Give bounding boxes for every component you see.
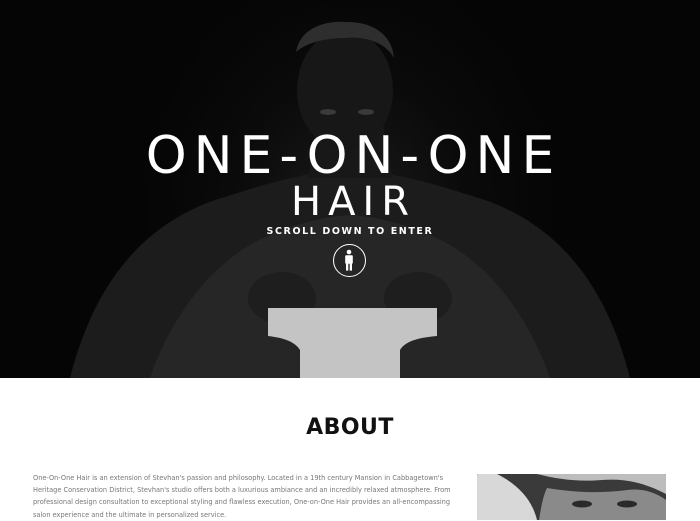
hero-title: ONE-ON-ONE	[145, 126, 562, 186]
about-description: One-On-One Hair is an extension of Stevh…	[33, 474, 451, 519]
scroll-down-prompt: SCROLL DOWN TO ENTER	[266, 226, 434, 237]
hero-section: ONE-ON-ONE HAIR SCROLL DOWN TO ENTER	[0, 0, 700, 378]
about-heading: ABOUT	[306, 415, 394, 440]
hero-subtitle: HAIR	[290, 179, 417, 225]
person-standing-icon[interactable]	[333, 244, 366, 277]
about-photo	[477, 474, 666, 520]
